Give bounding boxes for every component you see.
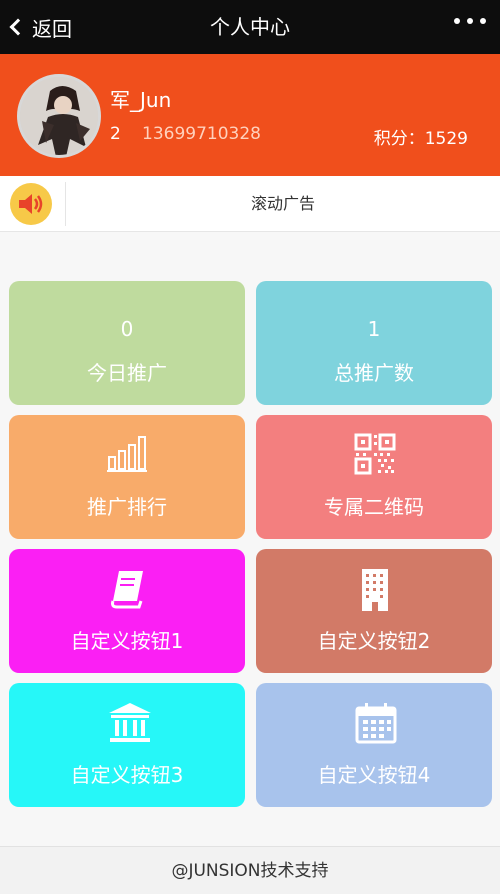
tile-today-promotion[interactable]: 0 今日推广 bbox=[9, 281, 245, 405]
qr-code-icon bbox=[354, 433, 396, 475]
user-level: 2 bbox=[110, 124, 121, 144]
page-title: 个人中心 bbox=[210, 15, 290, 39]
tile-label: 自定义按钮1 bbox=[70, 629, 184, 653]
building-icon bbox=[362, 569, 388, 611]
tile-label: 今日推广 bbox=[87, 361, 167, 385]
book-icon bbox=[111, 571, 143, 609]
tile-qr-code[interactable]: 专属二维码 bbox=[256, 415, 492, 539]
ad-text: 滚动广告 bbox=[250, 194, 315, 213]
user-phone: 13699710328 bbox=[142, 124, 261, 144]
avatar-image bbox=[20, 77, 98, 155]
bank-icon bbox=[109, 703, 151, 742]
top-nav-bar: 返回 个人中心 bbox=[0, 0, 500, 54]
back-button[interactable]: 返回 bbox=[8, 10, 72, 44]
footer-credit: @JUNSION技术支持 bbox=[0, 846, 500, 894]
tile-label: 自定义按钮3 bbox=[70, 763, 184, 787]
tile-custom-button-4[interactable]: 自定义按钮4 bbox=[256, 683, 492, 807]
total-promotion-count: 1 bbox=[367, 317, 381, 341]
tile-label: 总推广数 bbox=[334, 361, 414, 385]
tile-total-promotion[interactable]: 1 总推广数 bbox=[256, 281, 492, 405]
tile-custom-button-2[interactable]: 自定义按钮2 bbox=[256, 549, 492, 673]
profile-header: 军_Jun 2 13699710328 积分：1529 bbox=[0, 54, 500, 176]
back-label: 返回 bbox=[32, 16, 72, 41]
tile-label: 自定义按钮4 bbox=[317, 763, 431, 787]
today-promotion-count: 0 bbox=[120, 317, 134, 341]
more-menu-button[interactable] bbox=[454, 18, 486, 24]
more-dot-icon bbox=[480, 18, 486, 24]
user-points: 积分：1529 bbox=[373, 129, 468, 149]
scrolling-ad-bar[interactable]: 滚动广告 bbox=[0, 176, 500, 232]
tile-promotion-ranking[interactable]: 推广排行 bbox=[9, 415, 245, 539]
calendar-icon bbox=[355, 703, 397, 744]
speaker-icon bbox=[10, 183, 52, 225]
more-dot-icon bbox=[467, 18, 473, 24]
avatar[interactable] bbox=[17, 74, 101, 158]
tile-custom-button-3[interactable]: 自定义按钮3 bbox=[9, 683, 245, 807]
more-dot-icon bbox=[454, 18, 460, 24]
tile-label: 自定义按钮2 bbox=[317, 629, 431, 653]
bar-chart-icon bbox=[107, 436, 147, 472]
tile-label: 专属二维码 bbox=[324, 495, 424, 519]
tile-custom-button-1[interactable]: 自定义按钮1 bbox=[9, 549, 245, 673]
chevron-left-icon bbox=[9, 18, 27, 36]
user-name: 军_Jun bbox=[110, 88, 172, 112]
tile-label: 推广排行 bbox=[87, 495, 167, 519]
